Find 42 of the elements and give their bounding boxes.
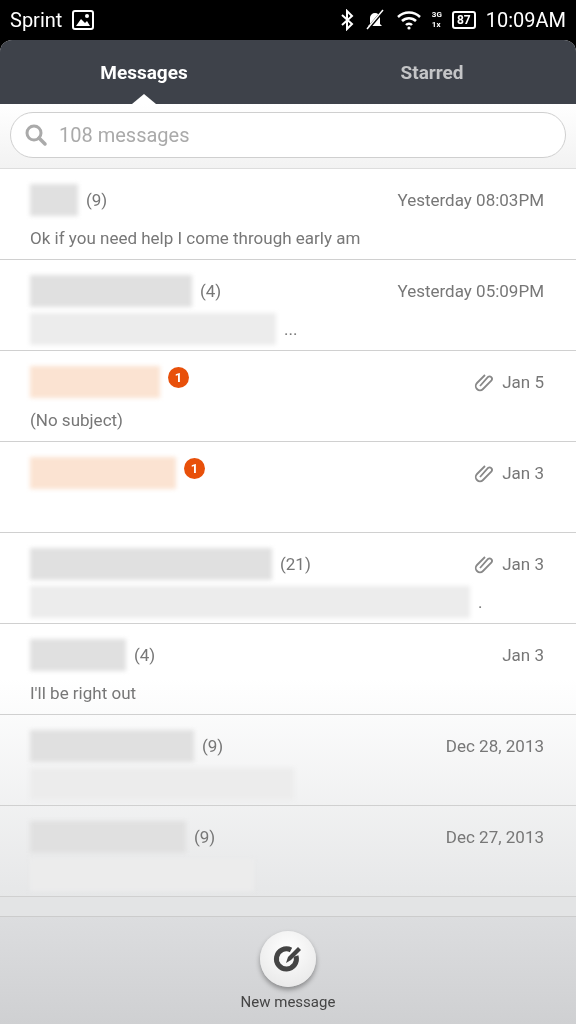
message-count: (4) bbox=[134, 645, 156, 665]
message-preview: Ok if you need help I come through early am bbox=[30, 228, 361, 248]
picture-icon bbox=[72, 10, 95, 30]
bluetooth-icon bbox=[339, 9, 354, 31]
carrier-name: Sprint bbox=[10, 8, 63, 32]
message-count: (9) bbox=[194, 827, 216, 847]
message-time: Dec 27, 2013 bbox=[445, 827, 544, 847]
network-label: 3G bbox=[431, 10, 442, 20]
message-time: Jan 3 bbox=[502, 463, 544, 483]
preview-ellipsis: . bbox=[478, 592, 483, 612]
unread-badge: 1 bbox=[168, 367, 189, 388]
message-time: Dec 28, 2013 bbox=[445, 736, 544, 756]
message-thread[interactable]: (4) Yesterday 05:09PM ... bbox=[0, 260, 576, 351]
message-time: Jan 3 bbox=[502, 554, 544, 574]
message-preview: I'll be right out bbox=[30, 683, 137, 703]
message-count: (9) bbox=[86, 190, 108, 210]
message-time: Yesterday 05:09PM bbox=[397, 281, 544, 301]
message-thread[interactable]: (4) Jan 3 I'll be right out bbox=[0, 624, 576, 715]
preview-ellipsis: ... bbox=[284, 319, 298, 339]
network-label: 1x bbox=[431, 20, 442, 30]
message-thread[interactable]: (21) Jan 3 . bbox=[0, 533, 576, 624]
tab[interactable]: Starred bbox=[288, 40, 576, 104]
message-preview: (No subject) bbox=[30, 410, 123, 430]
new-message-label: New message bbox=[240, 992, 336, 1011]
message-count: (9) bbox=[202, 736, 224, 756]
message-count: (21) bbox=[280, 554, 311, 574]
unread-badge: 1 bbox=[184, 458, 205, 479]
wifi-icon bbox=[395, 10, 422, 30]
message-thread[interactable]: 1 Jan 3 bbox=[0, 442, 576, 533]
battery-level: 87 bbox=[451, 11, 476, 29]
message-time: Jan 5 bbox=[502, 372, 544, 392]
message-time: Jan 3 bbox=[502, 645, 544, 665]
message-thread[interactable]: (9) Yesterday 08:03PM Ok if you need help I come through early am bbox=[0, 169, 576, 260]
new-message-button[interactable] bbox=[260, 930, 316, 987]
search-field[interactable]: 108 messages bbox=[10, 112, 566, 158]
muted-bell-icon bbox=[363, 9, 386, 31]
clock: 10:09AM bbox=[485, 8, 566, 32]
message-thread[interactable]: 1 Jan 5 (No subject) bbox=[0, 351, 576, 442]
message-count: (4) bbox=[200, 281, 222, 301]
message-time: Yesterday 08:03PM bbox=[397, 190, 544, 210]
search-icon bbox=[24, 123, 48, 147]
message-thread[interactable]: (9) Dec 28, 2013 bbox=[0, 715, 576, 806]
